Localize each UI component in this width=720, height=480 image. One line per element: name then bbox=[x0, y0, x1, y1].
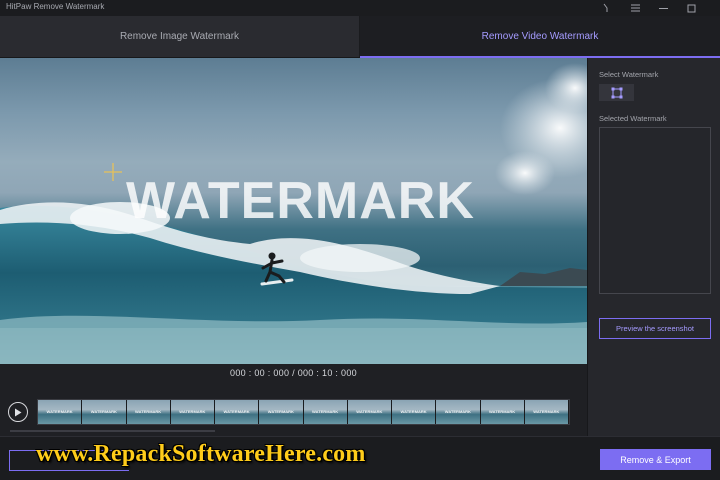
selection-frame-icon bbox=[611, 87, 622, 98]
app-title: HitPaw Remove Watermark bbox=[6, 2, 105, 11]
timeline-thumbnail[interactable]: WATERMARK bbox=[392, 400, 437, 424]
thumbnail-watermark-text: WATERMARK bbox=[533, 409, 560, 414]
timeline-thumbnail[interactable]: WATERMARK bbox=[259, 400, 304, 424]
watermark-text[interactable]: WATERMARK bbox=[126, 175, 475, 227]
thumbnail-watermark-text: WATERMARK bbox=[179, 409, 206, 414]
tab-remove-image-watermark[interactable]: Remove Image Watermark bbox=[0, 16, 360, 58]
mode-tabs: Remove Image Watermark Remove Video Wate… bbox=[0, 16, 720, 58]
timeline: WATERMARK WATERMARK WATERMARK WATERMARK WATE… bbox=[0, 390, 587, 436]
timeline-thumbnail[interactable]: WATERMARK bbox=[347, 400, 392, 424]
select-watermark-label: Select Watermark bbox=[599, 70, 659, 79]
preview-screenshot-button[interactable]: Preview the screenshot bbox=[599, 318, 711, 339]
scrub-track[interactable] bbox=[10, 430, 215, 432]
select-watermark-button[interactable] bbox=[599, 84, 634, 101]
play-icon bbox=[15, 408, 22, 416]
timeline-thumbnail[interactable]: WATERMARK bbox=[303, 400, 348, 424]
menu-icon[interactable] bbox=[628, 1, 642, 15]
window-controls bbox=[600, 1, 698, 15]
thumbnail-watermark-text: WATERMARK bbox=[356, 409, 383, 414]
thumbnail-watermark-text: WATERMARK bbox=[223, 409, 250, 414]
timecode: 000 : 00 : 000 / 000 : 10 : 000 bbox=[230, 368, 357, 378]
pin-icon[interactable] bbox=[600, 1, 614, 15]
thumbnail-watermark-text: WATERMARK bbox=[135, 409, 162, 414]
timeline-thumbnail[interactable]: WATERMARK bbox=[170, 400, 215, 424]
thumbnail-watermark-text: WATERMARK bbox=[400, 409, 427, 414]
timeline-thumbnail[interactable]: WATERMARK bbox=[82, 400, 127, 424]
thumbnail-watermark-text: WATERMARK bbox=[444, 409, 471, 414]
timeline-thumbnail[interactable]: WATERMARK bbox=[436, 400, 481, 424]
thumbnail-watermark-text: WATERMARK bbox=[90, 409, 117, 414]
timeline-thumbnail[interactable]: WATERMARK bbox=[38, 400, 83, 424]
thumbnail-watermark-text: WATERMARK bbox=[312, 409, 339, 414]
video-preview[interactable]: WATERMARK bbox=[0, 58, 587, 364]
site-watermark-overlay: www.RepackSoftwareHere.com bbox=[36, 441, 366, 467]
thumbnail-watermark-text: WATERMARK bbox=[46, 409, 73, 414]
tab-remove-video-watermark[interactable]: Remove Video Watermark bbox=[360, 16, 720, 58]
selected-watermark-list[interactable] bbox=[599, 127, 711, 294]
title-bar: HitPaw Remove Watermark bbox=[0, 0, 720, 16]
crosshair-cursor bbox=[104, 163, 122, 181]
remove-export-button[interactable]: Remove & Export bbox=[600, 449, 711, 470]
thumbnail-strip[interactable]: WATERMARK WATERMARK WATERMARK WATERMARK WATE… bbox=[37, 399, 570, 425]
watermark-panel: Select Watermark Selected Watermark Prev… bbox=[587, 58, 720, 436]
timeline-thumbnail[interactable]: WATERMARK bbox=[215, 400, 260, 424]
timeline-thumbnail[interactable]: WATERMARK bbox=[126, 400, 171, 424]
play-button[interactable] bbox=[8, 402, 28, 422]
maximize-icon[interactable] bbox=[684, 1, 698, 15]
minimize-icon[interactable] bbox=[656, 1, 670, 15]
thumbnail-watermark-text: WATERMARK bbox=[267, 409, 294, 414]
thumbnail-watermark-text: WATERMARK bbox=[489, 409, 516, 414]
timeline-thumbnail[interactable]: WATERMARK bbox=[524, 400, 569, 424]
selected-watermark-label: Selected Watermark bbox=[599, 114, 667, 123]
timeline-thumbnail[interactable]: WATERMARK bbox=[480, 400, 525, 424]
